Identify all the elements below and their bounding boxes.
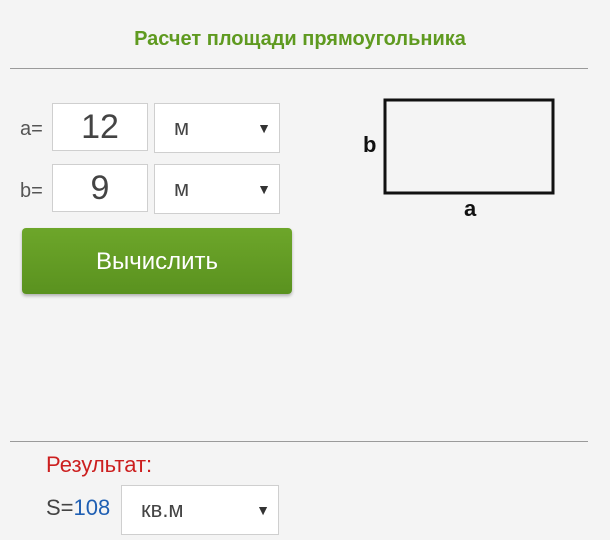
rectangle-shape	[383, 98, 555, 195]
result-heading: Результат:	[46, 452, 153, 477]
chevron-down-icon: ▼	[257, 120, 271, 136]
top-divider	[10, 68, 588, 69]
bottom-divider	[10, 441, 588, 442]
page-title: Расчет площади прямоугольника	[134, 28, 466, 50]
result-value: 108	[73, 495, 111, 520]
result-area: S=108	[46, 495, 110, 521]
side-a-label: a=	[20, 118, 43, 140]
side-b-unit-select[interactable]: м ▼	[154, 164, 280, 214]
result-unit-value: кв.м	[141, 497, 184, 522]
chevron-down-icon: ▼	[256, 502, 270, 518]
result-prefix: S=	[46, 495, 74, 520]
side-a-input[interactable]	[52, 103, 148, 151]
chevron-down-icon: ▼	[257, 181, 271, 197]
side-b-marker: b	[363, 132, 376, 157]
side-a-unit-select[interactable]: м ▼	[154, 103, 280, 153]
side-a-marker: a	[464, 196, 477, 221]
calculate-button[interactable]: Вычислить	[22, 228, 292, 294]
side-b-input[interactable]	[52, 164, 148, 212]
side-b-unit-value: м	[174, 176, 190, 201]
side-b-label: b=	[20, 180, 43, 202]
side-a-unit-value: м	[174, 115, 190, 140]
result-unit-select[interactable]: кв.м ▼	[121, 485, 279, 535]
rectangle-diagram: b a	[363, 98, 555, 221]
